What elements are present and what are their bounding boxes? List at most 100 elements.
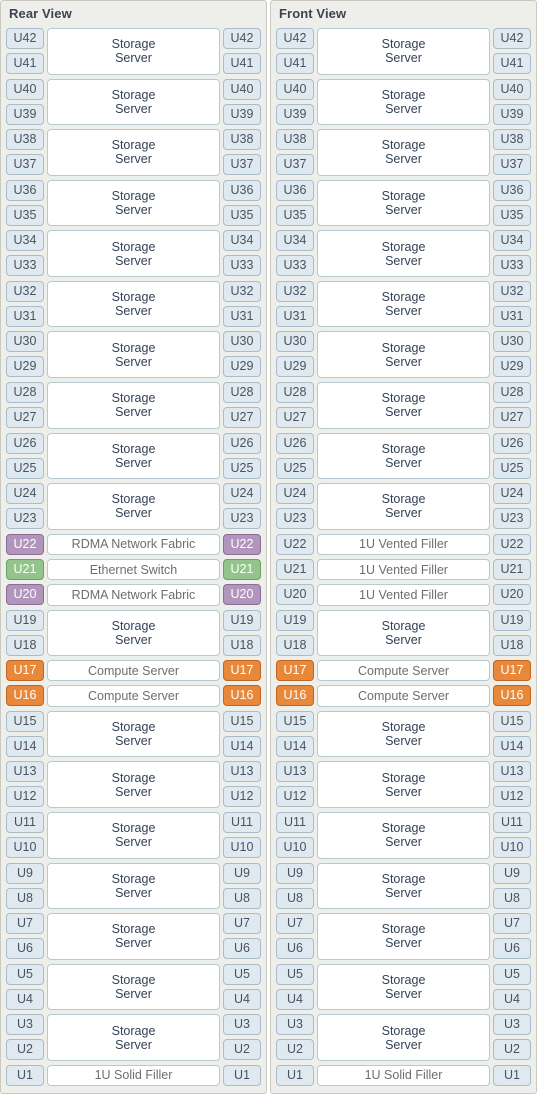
u-label-U33[interactable]: U33: [276, 255, 314, 277]
u-label-U9[interactable]: U9: [493, 862, 531, 884]
u-label-U32[interactable]: U32: [223, 280, 261, 302]
u-label-U12[interactable]: U12: [493, 786, 531, 808]
u-label-U7[interactable]: U7: [6, 913, 44, 935]
rack-row[interactable]: U20 1U Vented Filler U20: [276, 582, 531, 607]
u-label-U2[interactable]: U2: [6, 1039, 44, 1061]
u-label-U21[interactable]: U21: [276, 559, 314, 581]
u-label-U15[interactable]: U15: [493, 710, 531, 732]
u-label-U5[interactable]: U5: [276, 963, 314, 985]
u-label-U25[interactable]: U25: [276, 457, 314, 479]
rack-row[interactable]: U13 U12 Storage Server U13 U12: [6, 759, 261, 810]
u-label-U41[interactable]: U41: [493, 53, 531, 74]
u-label-U7[interactable]: U7: [223, 913, 261, 935]
u-label-U36[interactable]: U36: [493, 179, 531, 201]
device-server[interactable]: Storage Server: [47, 129, 220, 176]
device-compute[interactable]: Compute Server: [47, 685, 220, 707]
device-compute[interactable]: Compute Server: [47, 660, 220, 682]
u-label-U11[interactable]: U11: [6, 811, 44, 833]
u-label-U12[interactable]: U12: [6, 786, 44, 808]
u-label-U24[interactable]: U24: [6, 483, 44, 505]
u-label-U32[interactable]: U32: [276, 280, 314, 302]
device-server[interactable]: Storage Server: [47, 710, 220, 758]
u-label-U39[interactable]: U39: [6, 103, 44, 125]
u-label-U1[interactable]: U1: [493, 1064, 531, 1086]
u-label-U35[interactable]: U35: [276, 204, 314, 226]
u-label-U16[interactable]: U16: [276, 685, 314, 707]
u-label-U6[interactable]: U6: [493, 938, 531, 960]
rack-row[interactable]: U21 1U Vented Filler U21: [276, 557, 531, 582]
u-label-U26[interactable]: U26: [493, 432, 531, 454]
u-label-U18[interactable]: U18: [6, 634, 44, 656]
u-label-U34[interactable]: U34: [6, 230, 44, 252]
device-server[interactable]: Storage Server: [317, 280, 490, 328]
u-label-U9[interactable]: U9: [6, 862, 44, 884]
rack-row[interactable]: U1 1U Solid Filler U1: [276, 1063, 531, 1088]
u-label-U6[interactable]: U6: [223, 938, 261, 960]
u-label-U30[interactable]: U30: [276, 331, 314, 353]
u-label-U37[interactable]: U37: [6, 154, 44, 176]
u-label-U25[interactable]: U25: [223, 457, 261, 479]
device-filler[interactable]: 1U Vented Filler: [317, 533, 490, 556]
rack-row[interactable]: U24 U23 Storage Server U24 U23: [276, 481, 531, 532]
u-label-U26[interactable]: U26: [223, 432, 261, 454]
u-label-U33[interactable]: U33: [6, 255, 44, 277]
device-server[interactable]: Storage Server: [317, 78, 490, 126]
u-label-U31[interactable]: U31: [493, 305, 531, 327]
device-server[interactable]: Storage Server: [47, 811, 220, 859]
u-label-U4[interactable]: U4: [223, 988, 261, 1010]
u-label-U11[interactable]: U11: [493, 811, 531, 833]
rack-row[interactable]: U17 Compute Server U17: [6, 658, 261, 683]
device-server[interactable]: Storage Server: [47, 913, 220, 960]
u-label-U8[interactable]: U8: [276, 887, 314, 909]
u-label-U12[interactable]: U12: [223, 786, 261, 808]
rack-row[interactable]: U16 Compute Server U16: [276, 683, 531, 708]
u-label-U9[interactable]: U9: [276, 862, 314, 884]
u-label-U8[interactable]: U8: [493, 887, 531, 909]
u-label-U22[interactable]: U22: [223, 533, 261, 555]
rack-row[interactable]: U28 U27 Storage Server U28 U27: [6, 380, 261, 431]
u-label-U14[interactable]: U14: [493, 735, 531, 757]
u-label-U4[interactable]: U4: [6, 988, 44, 1010]
rack-row[interactable]: U19 U18 Storage Server U19 U18: [6, 608, 261, 659]
u-label-U37[interactable]: U37: [223, 154, 261, 176]
u-label-U29[interactable]: U29: [6, 356, 44, 378]
device-server[interactable]: Storage Server: [47, 432, 220, 480]
rack-row[interactable]: U9 U8 Storage Server U9 U8: [276, 861, 531, 912]
u-label-U17[interactable]: U17: [223, 660, 261, 682]
u-label-U10[interactable]: U10: [223, 836, 261, 858]
u-label-U20[interactable]: U20: [276, 584, 314, 606]
device-server[interactable]: Storage Server: [317, 761, 490, 808]
u-label-U19[interactable]: U19: [6, 609, 44, 631]
u-label-U38[interactable]: U38: [6, 129, 44, 151]
rack-row[interactable]: U36 U35 Storage Server U36 U35: [6, 178, 261, 229]
u-label-U40[interactable]: U40: [6, 78, 44, 100]
u-label-U38[interactable]: U38: [493, 129, 531, 151]
device-server[interactable]: Storage Server: [47, 862, 220, 910]
device-server[interactable]: Storage Server: [47, 483, 220, 530]
rack-row[interactable]: U26 U25 Storage Server U26 U25: [6, 431, 261, 482]
u-label-U17[interactable]: U17: [276, 660, 314, 682]
device-server[interactable]: Storage Server: [47, 28, 220, 75]
rack-row[interactable]: U34 U33 Storage Server U34 U33: [276, 228, 531, 279]
u-label-U31[interactable]: U31: [223, 305, 261, 327]
u-label-U13[interactable]: U13: [493, 761, 531, 783]
device-server[interactable]: Storage Server: [47, 1014, 220, 1061]
device-filler[interactable]: 1U Solid Filler: [47, 1064, 220, 1087]
rack-row[interactable]: U13 U12 Storage Server U13 U12: [276, 759, 531, 810]
u-label-U40[interactable]: U40: [276, 78, 314, 100]
rack-row[interactable]: U30 U29 Storage Server U30 U29: [6, 329, 261, 380]
u-label-U33[interactable]: U33: [223, 255, 261, 277]
u-label-U28[interactable]: U28: [276, 382, 314, 404]
u-label-U17[interactable]: U17: [493, 660, 531, 682]
u-label-U6[interactable]: U6: [6, 938, 44, 960]
u-label-U39[interactable]: U39: [493, 103, 531, 125]
device-server[interactable]: Storage Server: [47, 179, 220, 227]
device-compute[interactable]: Compute Server: [317, 660, 490, 682]
rack-row[interactable]: U15 U14 Storage Server U15 U14: [6, 709, 261, 760]
rack-row[interactable]: U30 U29 Storage Server U30 U29: [276, 329, 531, 380]
u-label-U27[interactable]: U27: [493, 407, 531, 429]
u-label-U36[interactable]: U36: [6, 179, 44, 201]
u-label-U29[interactable]: U29: [493, 356, 531, 378]
rack-row[interactable]: U20 RDMA Network Fabric U20: [6, 582, 261, 607]
u-label-U22[interactable]: U22: [6, 533, 44, 555]
